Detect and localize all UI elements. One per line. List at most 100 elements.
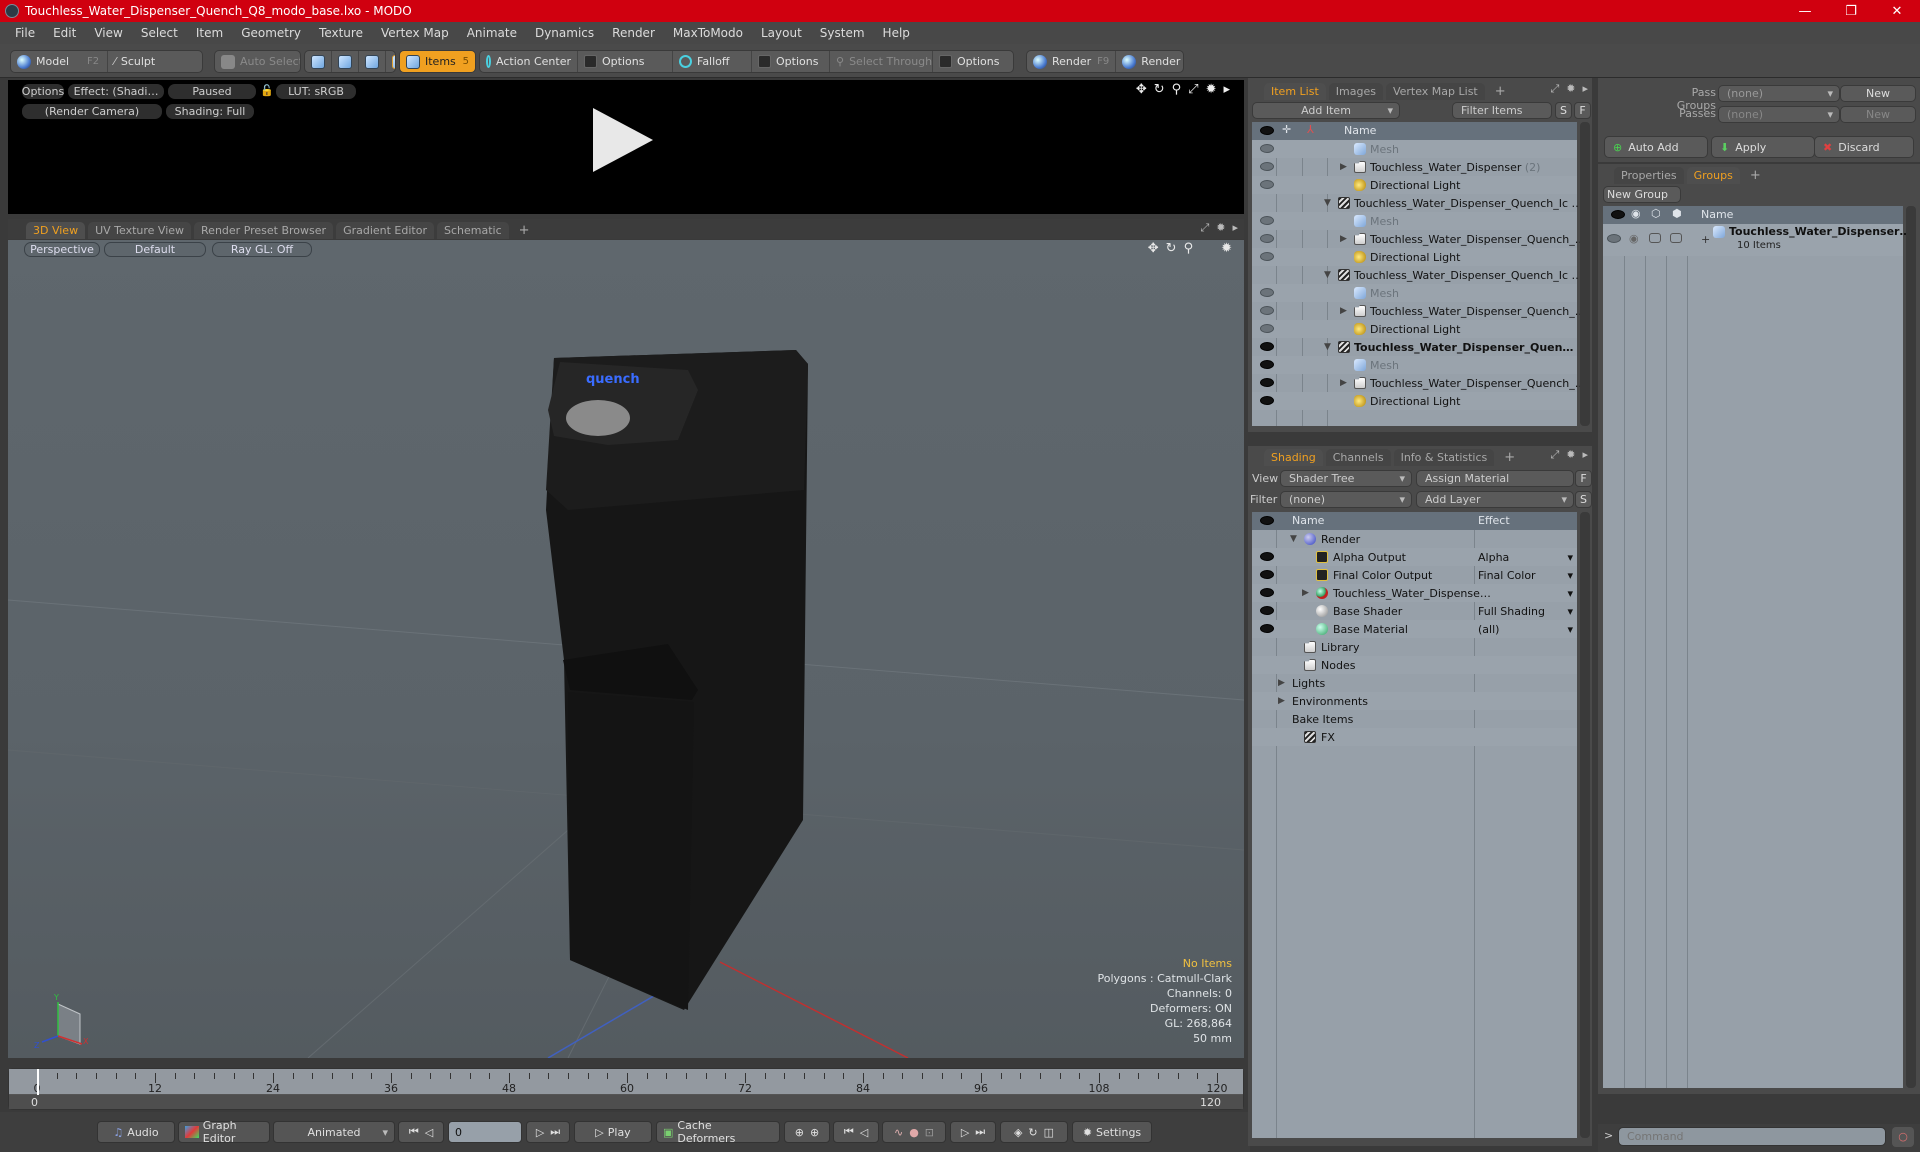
item-row[interactable]: Directional Light [1252, 176, 1577, 194]
edges-mode-button[interactable] [332, 51, 359, 72]
gear-icon[interactable]: ✹ [1566, 448, 1575, 462]
item-row[interactable]: ▶ Touchless_Water_Dispenser_Quench_… [1252, 302, 1586, 320]
render-camera-dropdown[interactable]: (Render Camera) [22, 104, 162, 119]
visibility-toggle-icon[interactable] [1260, 624, 1274, 633]
render-header-icon[interactable]: ◉ [1631, 207, 1641, 220]
preview-effect-dropdown[interactable]: Effect: (Shadi… [68, 84, 164, 99]
lock-header-icon[interactable]: ⬡ [1651, 207, 1661, 220]
add-tab-button[interactable]: + [512, 222, 537, 239]
menu-item[interactable]: Item [187, 26, 232, 40]
tab-images[interactable]: Images [1328, 83, 1383, 100]
expand-plus-icon[interactable]: + [1701, 233, 1710, 246]
record-icon[interactable]: ● [909, 1126, 919, 1139]
arrow-right-icon[interactable]: ▸ [1582, 82, 1588, 96]
visibility-toggle-icon[interactable] [1260, 144, 1274, 153]
prev-key-icon[interactable]: ⏮ [844, 1125, 854, 1139]
shader-row[interactable]: ▶ Lights [1252, 674, 1577, 692]
filter-items-input[interactable]: Filter Items [1452, 102, 1552, 119]
visibility-toggle-icon[interactable] [1260, 180, 1274, 189]
shader-row[interactable]: Alpha Output Alpha ▾ [1252, 548, 1577, 566]
next-key-nav-group[interactable]: ▷ ⏭ [950, 1121, 996, 1143]
shader-row[interactable]: FX [1252, 728, 1577, 746]
menu-layout[interactable]: Layout [752, 26, 811, 40]
collapse-arrow-icon[interactable]: ▼ [1324, 198, 1331, 208]
menu-file[interactable]: File [6, 26, 44, 40]
lut-dropdown[interactable]: LUT: sRGB [276, 84, 356, 99]
render-toggle-icon[interactable]: ◉ [1629, 232, 1639, 245]
new-pass-group-button[interactable]: New [1840, 85, 1916, 102]
select-header-icon[interactable]: ⬢ [1672, 207, 1682, 220]
record-group[interactable]: ∿ ● ⊡ [882, 1121, 946, 1143]
frame-input[interactable]: 0 [448, 1121, 522, 1143]
collapse-arrow-icon[interactable]: ▼ [1290, 534, 1297, 544]
items-mode-button[interactable]: Items 5 [399, 50, 476, 73]
expand-arrow-icon[interactable]: ▶ [1340, 234, 1347, 244]
key-channels-icon[interactable]: ⊡ [925, 1126, 934, 1139]
visibility-toggle-icon[interactable] [1607, 234, 1621, 243]
loop-group[interactable]: ◈ ↻ ◫ [1000, 1121, 1068, 1143]
render-window-button[interactable]: Render Window [1116, 51, 1183, 72]
filter-dropdown[interactable]: (none) [1280, 491, 1412, 508]
materials-mode-button[interactable] [386, 51, 395, 72]
lock-header-icon[interactable]: ✛ [1282, 123, 1291, 136]
loop-icon[interactable]: ↻ [1028, 1126, 1037, 1139]
key-up-icon[interactable]: ⊕ [795, 1126, 804, 1139]
gear-icon[interactable]: ✹ [1206, 82, 1217, 97]
shader-row[interactable]: Nodes [1252, 656, 1577, 674]
preview-pause-button[interactable]: Paused [168, 84, 256, 99]
group-row[interactable]: ◉ + Touchless_Water_Dispenser… 10 Items [1603, 224, 1910, 256]
visibility-toggle-icon[interactable] [1260, 360, 1274, 369]
shader-row[interactable]: Bake Items [1252, 710, 1577, 728]
key-up-down-group[interactable]: ⊕ ⊕ [784, 1121, 830, 1143]
timeline-ruler[interactable]: 01224364860728496108120 [9, 1069, 1243, 1095]
lock-toggle-icon[interactable] [1649, 233, 1661, 243]
audio-button[interactable]: ♫ Audio [97, 1121, 175, 1143]
expand-arrow-icon[interactable]: ▶ [1278, 696, 1285, 706]
axis-header-icon[interactable]: ⅄ [1307, 123, 1314, 136]
visibility-toggle-icon[interactable] [1260, 288, 1274, 297]
s-button[interactable]: S [1575, 491, 1592, 508]
menu-texture[interactable]: Texture [310, 26, 372, 40]
effect-dropdown-icon[interactable]: ▾ [1567, 587, 1573, 600]
add-tab-button[interactable]: + [1488, 83, 1513, 100]
menu-view[interactable]: View [85, 26, 131, 40]
maximize-icon[interactable]: ⤢ [1200, 221, 1209, 235]
new-pass-button[interactable]: New [1840, 106, 1916, 123]
menu-animate[interactable]: Animate [458, 26, 526, 40]
menu-system[interactable]: System [811, 26, 874, 40]
render-button[interactable]: Render F9 [1027, 51, 1117, 72]
arrow-right-icon[interactable]: ▸ [1582, 448, 1588, 462]
menu-dynamics[interactable]: Dynamics [526, 26, 603, 40]
3d-viewport[interactable]: Perspective Default Ray GL: Off ✥ ↻ ⚲ ✹ … [8, 240, 1244, 1058]
groups-scrollbar[interactable] [1906, 206, 1916, 1088]
prev-frame-icon[interactable]: ◁ [425, 1126, 433, 1139]
item-row[interactable]: ▶ Touchless_Water_Dispenser_Quench_… [1252, 374, 1586, 392]
select-through-button[interactable]: ⚲ Select Through [830, 51, 933, 72]
arrow-right-icon[interactable]: ▸ [1223, 82, 1230, 97]
timeline[interactable]: 0 12 24 36 48 60 72 84 96 108 120 0 120 [8, 1068, 1244, 1110]
play-icon[interactable] [593, 108, 653, 172]
graph-editor-button[interactable]: Graph Editor [178, 1119, 270, 1145]
shading-dropdown[interactable]: Shading: Full [166, 104, 254, 119]
shader-row[interactable]: Base Material (all) ▾ [1252, 620, 1577, 638]
shader-row[interactable]: Base Shader Full Shading ▾ [1252, 602, 1577, 620]
preview-options-button[interactable]: Options [22, 84, 64, 99]
item-row[interactable]: ▶ Touchless_Water_Dispenser_Quench_… [1252, 230, 1586, 248]
effect-dropdown-icon[interactable]: ▾ [1567, 569, 1573, 582]
add-item-dropdown[interactable]: Add Item [1252, 102, 1400, 119]
cache-deformers-button[interactable]: ▣ Cache Deformers [656, 1119, 780, 1145]
f-button[interactable]: F [1575, 470, 1592, 487]
last-frame-icon[interactable]: ⏭ [550, 1125, 560, 1139]
shader-row[interactable]: Final Color Output Final Color ▾ [1252, 566, 1577, 584]
name-column-header[interactable]: Name [1344, 124, 1376, 137]
first-frame-icon[interactable]: ⏮ [409, 1125, 419, 1139]
tab-info-statistics[interactable]: Info & Statistics [1393, 449, 1495, 466]
timeline-range[interactable]: 0 120 [9, 1095, 1243, 1109]
vertices-mode-button[interactable] [305, 51, 332, 72]
record-macro-icon[interactable]: ○ [1892, 1127, 1914, 1147]
item-row[interactable]: Directional Light [1252, 320, 1577, 338]
tab-groups[interactable]: Groups [1686, 167, 1740, 184]
item-row[interactable]: ▶ Touchless_Water_Dispenser (2) [1252, 158, 1577, 176]
falloff-options-button[interactable]: Options [752, 51, 830, 72]
visibility-toggle-icon[interactable] [1260, 570, 1274, 579]
